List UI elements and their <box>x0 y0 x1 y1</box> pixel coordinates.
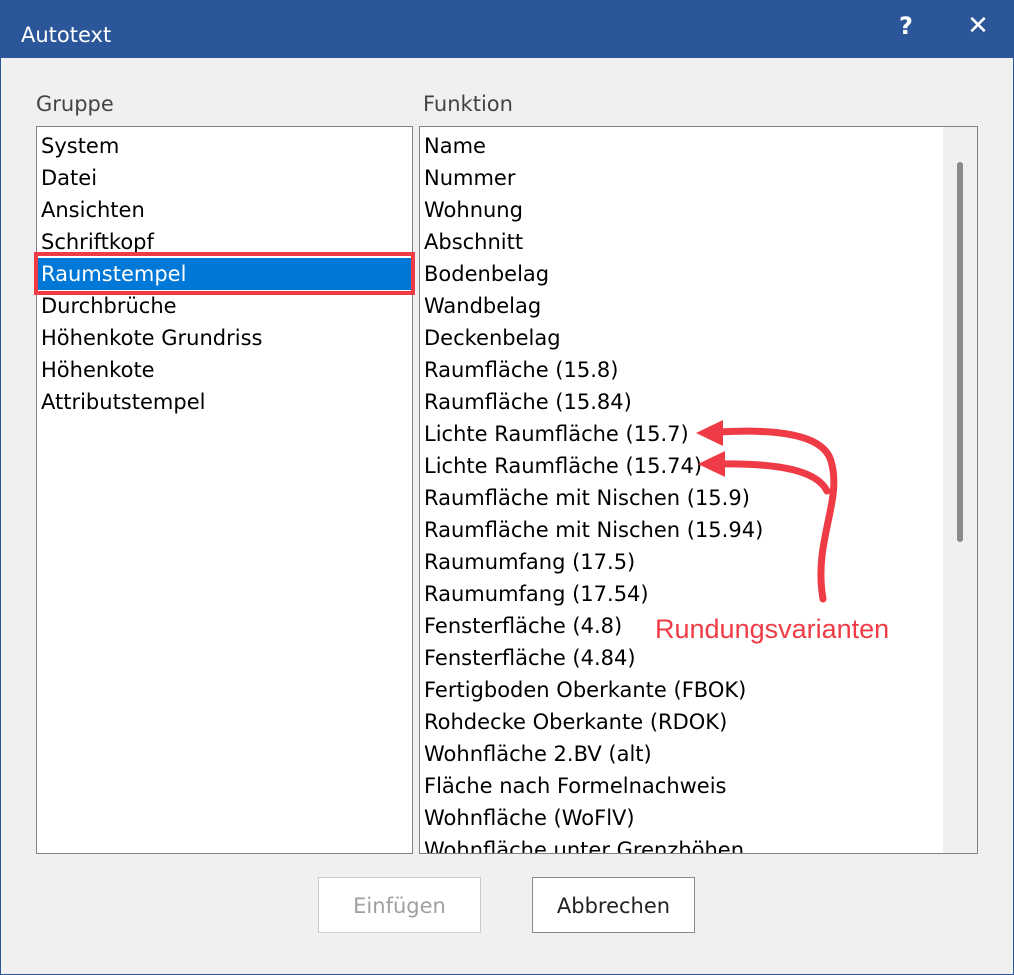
funktion-list-item[interactable]: Rohdecke Oberkante (RDOK) <box>424 706 727 738</box>
gruppe-list-item[interactable]: Höhenkote <box>41 354 155 386</box>
help-icon[interactable]: ? <box>886 9 926 43</box>
gruppe-list-item[interactable]: Raumstempel <box>37 258 411 290</box>
vertical-scrollbar[interactable] <box>943 127 977 853</box>
funktion-list-item[interactable]: Fensterfläche (4.8) <box>424 610 622 642</box>
funktion-list-item[interactable]: Lichte Raumfläche (15.7) <box>424 418 689 450</box>
annotation-rundungsvarianten: Rundungsvarianten <box>655 614 890 644</box>
funktion-list-item[interactable]: Fläche nach Formelnachweis <box>424 770 727 802</box>
funktion-list-item[interactable]: Fertigboden Oberkante (FBOK) <box>424 674 746 706</box>
funktion-list-item[interactable]: Name <box>424 130 486 162</box>
window-title: Autotext <box>21 23 112 47</box>
funktion-list-item[interactable]: Lichte Raumfläche (15.74) <box>424 450 702 482</box>
autotext-dialog: Autotext ? ✕ Gruppe Funktion System Datei… <box>0 0 1014 975</box>
scrollbar-thumb[interactable] <box>957 162 963 542</box>
gruppe-list-item[interactable]: Attributstempel <box>41 386 205 418</box>
gruppe-list-item[interactable]: Schriftkopf <box>41 226 154 258</box>
funktion-label: Funktion <box>423 92 513 116</box>
insert-button[interactable]: Einfügen <box>318 877 481 933</box>
funktion-list-item[interactable]: Raumumfang (17.54) <box>424 578 649 610</box>
funktion-list-item[interactable]: Raumumfang (17.5) <box>424 546 635 578</box>
gruppe-list-item[interactable]: System <box>41 130 119 162</box>
cancel-button[interactable]: Abbrechen <box>532 877 695 933</box>
funktion-list-item[interactable]: Wohnfläche 2.BV (alt) <box>424 738 652 770</box>
title-bar: Autotext ? ✕ <box>1 1 1013 58</box>
funktion-list-item[interactable]: Wohnfläche (WoFlV) <box>424 802 635 834</box>
funktion-list-item[interactable]: Abschnitt <box>424 226 523 258</box>
funktion-list-item[interactable]: Raumfläche mit Nischen (15.94) <box>424 514 763 546</box>
gruppe-list-item[interactable]: Höhenkote Grundriss <box>41 322 262 354</box>
gruppe-list-item[interactable]: Datei <box>41 162 97 194</box>
funktion-list-item[interactable]: Raumfläche (15.84) <box>424 386 632 418</box>
funktion-list-item[interactable]: Nummer <box>424 162 516 194</box>
funktion-list-item[interactable]: Raumfläche mit Nischen (15.9) <box>424 482 750 514</box>
gruppe-list-item[interactable]: Durchbrüche <box>41 290 177 322</box>
funktion-list-item[interactable]: Fensterfläche (4.84) <box>424 642 636 674</box>
funktion-list-item[interactable]: Raumfläche (15.8) <box>424 354 618 386</box>
gruppe-list-item[interactable]: Ansichten <box>41 194 145 226</box>
funktion-list-item[interactable]: Wandbelag <box>424 290 541 322</box>
gruppe-label: Gruppe <box>36 92 114 116</box>
gruppe-listbox[interactable]: System Datei Ansichten Schriftkopf Raumstemp… <box>36 126 413 854</box>
close-icon[interactable]: ✕ <box>958 9 998 43</box>
funktion-list-item[interactable]: Wohnfläche unter Grenzhöhen <box>424 834 744 853</box>
funktion-list-item[interactable]: Bodenbelag <box>424 258 549 290</box>
funktion-list-item[interactable]: Deckenbelag <box>424 322 561 354</box>
funktion-listbox[interactable]: Name Nummer Wohnung Abschnitt Bodenbelag Wand… <box>419 126 978 854</box>
funktion-list-item[interactable]: Wohnung <box>424 194 523 226</box>
